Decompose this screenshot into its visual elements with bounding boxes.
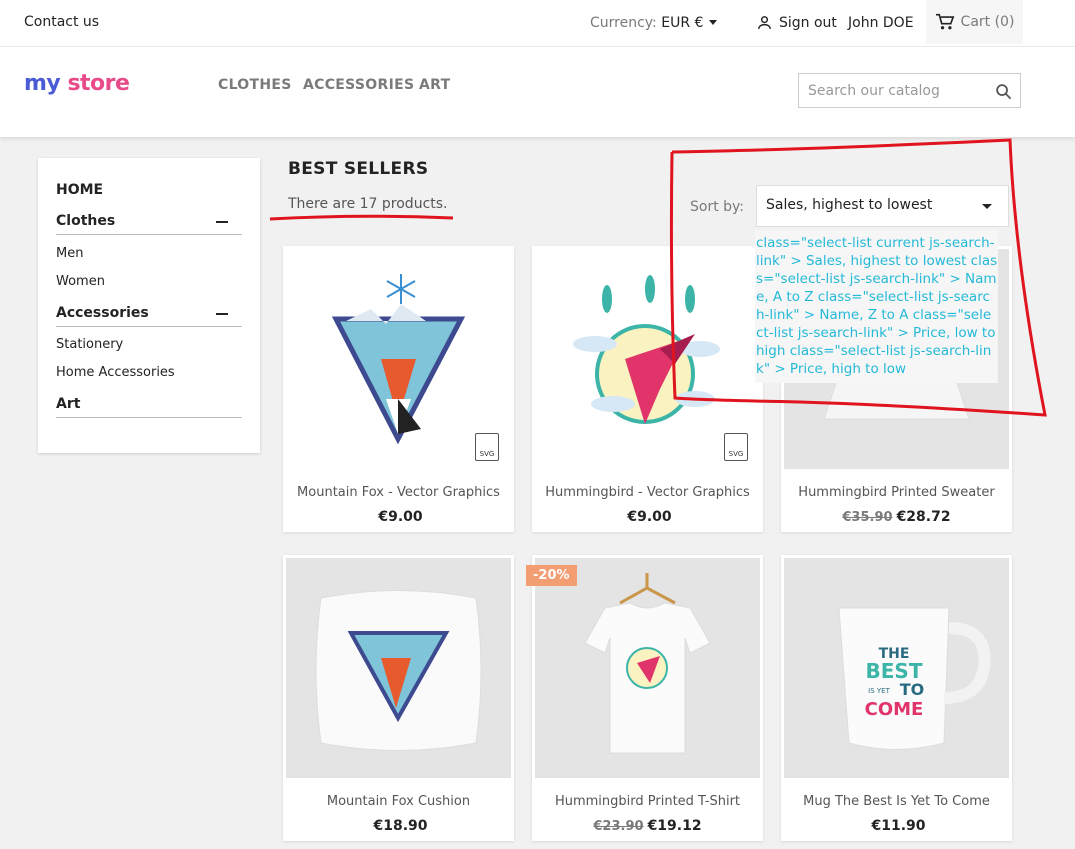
product-card[interactable]: -20% Hummingbird Printed T-Shirt €23.90 €… [526,555,763,841]
store-logo[interactable]: my store [24,71,130,96]
product-current-price: €9.00 [378,509,423,525]
logo-part-store: store [67,71,130,96]
sidebar-category-label: Clothes [56,213,116,229]
product-image[interactable]: THE BEST IS YET TO COME [784,558,1009,778]
product-card[interactable]: Mountain Fox Cushion €18.90 [283,555,514,841]
cart-button[interactable]: Cart (0) [926,0,1023,44]
sidebar-category-label: Accessories [56,305,149,321]
chevron-down-icon [709,20,718,25]
product-card[interactable]: THE BEST IS YET TO COME Mug The Best Is … [781,555,1012,841]
product-name[interactable]: Mountain Fox Cushion [283,794,514,809]
logo-part-my: my [24,71,61,96]
product-price: €11.90 [781,818,1012,834]
product-count: There are 17 products. [288,196,448,212]
product-image[interactable] [286,558,511,778]
sidebar-category-art[interactable]: Art [56,396,242,418]
category-sidebar: HOME Clothes Men Women Accessories Stati… [38,158,260,453]
annotation-underline [269,214,454,221]
collapse-icon[interactable] [216,221,228,223]
product-price: €18.90 [283,818,514,834]
chevron-down-icon [982,204,992,209]
sidebar-item-home-accessories[interactable]: Home Accessories [56,365,175,380]
sidebar-home[interactable]: HOME [56,182,103,198]
contact-us-link[interactable]: Contact us [24,14,99,30]
sign-out-label: Sign out [779,14,837,31]
product-name[interactable]: Hummingbird Printed Sweater [781,485,1012,500]
currency-label: Currency: [590,15,657,31]
product-image[interactable]: SVG [535,249,760,469]
discount-badge: -20% [526,565,577,586]
sort-select[interactable]: Sales, highest to lowest [756,185,1009,227]
product-card[interactable]: SVG Mountain Fox - Vector Graphics €9.00 [283,246,514,532]
product-price: €9.00 [532,509,763,525]
sort-dropdown-text[interactable]: class="select-list current js-search-lin… [755,230,998,378]
collapse-icon[interactable] [216,313,228,315]
search-input[interactable]: Search our catalog [798,73,1021,108]
cart-icon [935,13,954,30]
svg-file-icon: SVG [724,433,748,461]
nav-clothes[interactable]: CLOTHES [218,77,292,93]
currency-selector[interactable]: Currency: EUR € [590,15,718,31]
sidebar-category-label: Art [56,396,81,412]
product-name[interactable]: Hummingbird Printed T-Shirt [532,794,763,809]
product-price: €9.00 [283,509,514,525]
mug-text: COME [865,699,924,720]
sidebar-category-clothes[interactable]: Clothes [56,213,242,235]
page-title: BEST SELLERS [288,159,429,179]
nav-accessories[interactable]: ACCESSORIES [303,77,414,93]
sidebar-item-men[interactable]: Men [56,246,83,261]
product-current-price: €9.00 [627,509,672,525]
top-bar: Contact us Currency: EUR € Sign out John… [0,0,1075,47]
svg-file-label: SVG [479,450,495,458]
sidebar-item-women[interactable]: Women [56,274,105,289]
user-icon [758,16,771,29]
account-name-link[interactable]: John DOE [848,15,914,31]
product-current-price: €28.72 [896,509,951,525]
main-header: my store CLOTHES ACCESSORIES ART Search … [0,47,1075,137]
product-old-price: €23.90 [593,819,644,834]
sign-out-link[interactable]: Sign out [756,14,837,31]
product-price: €35.90 €28.72 [781,509,1012,525]
sort-value: Sales, highest to lowest [766,197,933,213]
cart-label: Cart (0) [960,14,1015,30]
mug-text: TO [900,680,925,699]
product-name[interactable]: Hummingbird - Vector Graphics [532,485,763,500]
product-current-price: €11.90 [871,818,926,834]
nav-art[interactable]: ART [419,77,450,93]
sort-dropdown-menu[interactable]: class="select-list current js-search-lin… [755,230,998,383]
mug-text: IS YET [868,687,890,695]
product-old-price: €35.90 [842,510,893,525]
product-price: €23.90 €19.12 [532,818,763,834]
sidebar-item-stationery[interactable]: Stationery [56,337,123,352]
product-name[interactable]: Mug The Best Is Yet To Come [781,794,1012,809]
currency-value: EUR € [661,15,704,31]
product-current-price: €19.12 [647,818,702,834]
search-placeholder: Search our catalog [808,83,940,99]
search-icon[interactable] [995,83,1012,100]
product-card[interactable]: SVG Hummingbird - Vector Graphics €9.00 [532,246,763,532]
svg-file-label: SVG [728,450,744,458]
product-name[interactable]: Mountain Fox - Vector Graphics [283,485,514,500]
product-image[interactable] [535,558,760,778]
sort-label: Sort by: [690,199,745,215]
product-current-price: €18.90 [373,818,428,834]
product-image[interactable]: SVG [286,249,511,469]
sidebar-category-accessories[interactable]: Accessories [56,305,242,327]
svg-file-icon: SVG [475,433,499,461]
